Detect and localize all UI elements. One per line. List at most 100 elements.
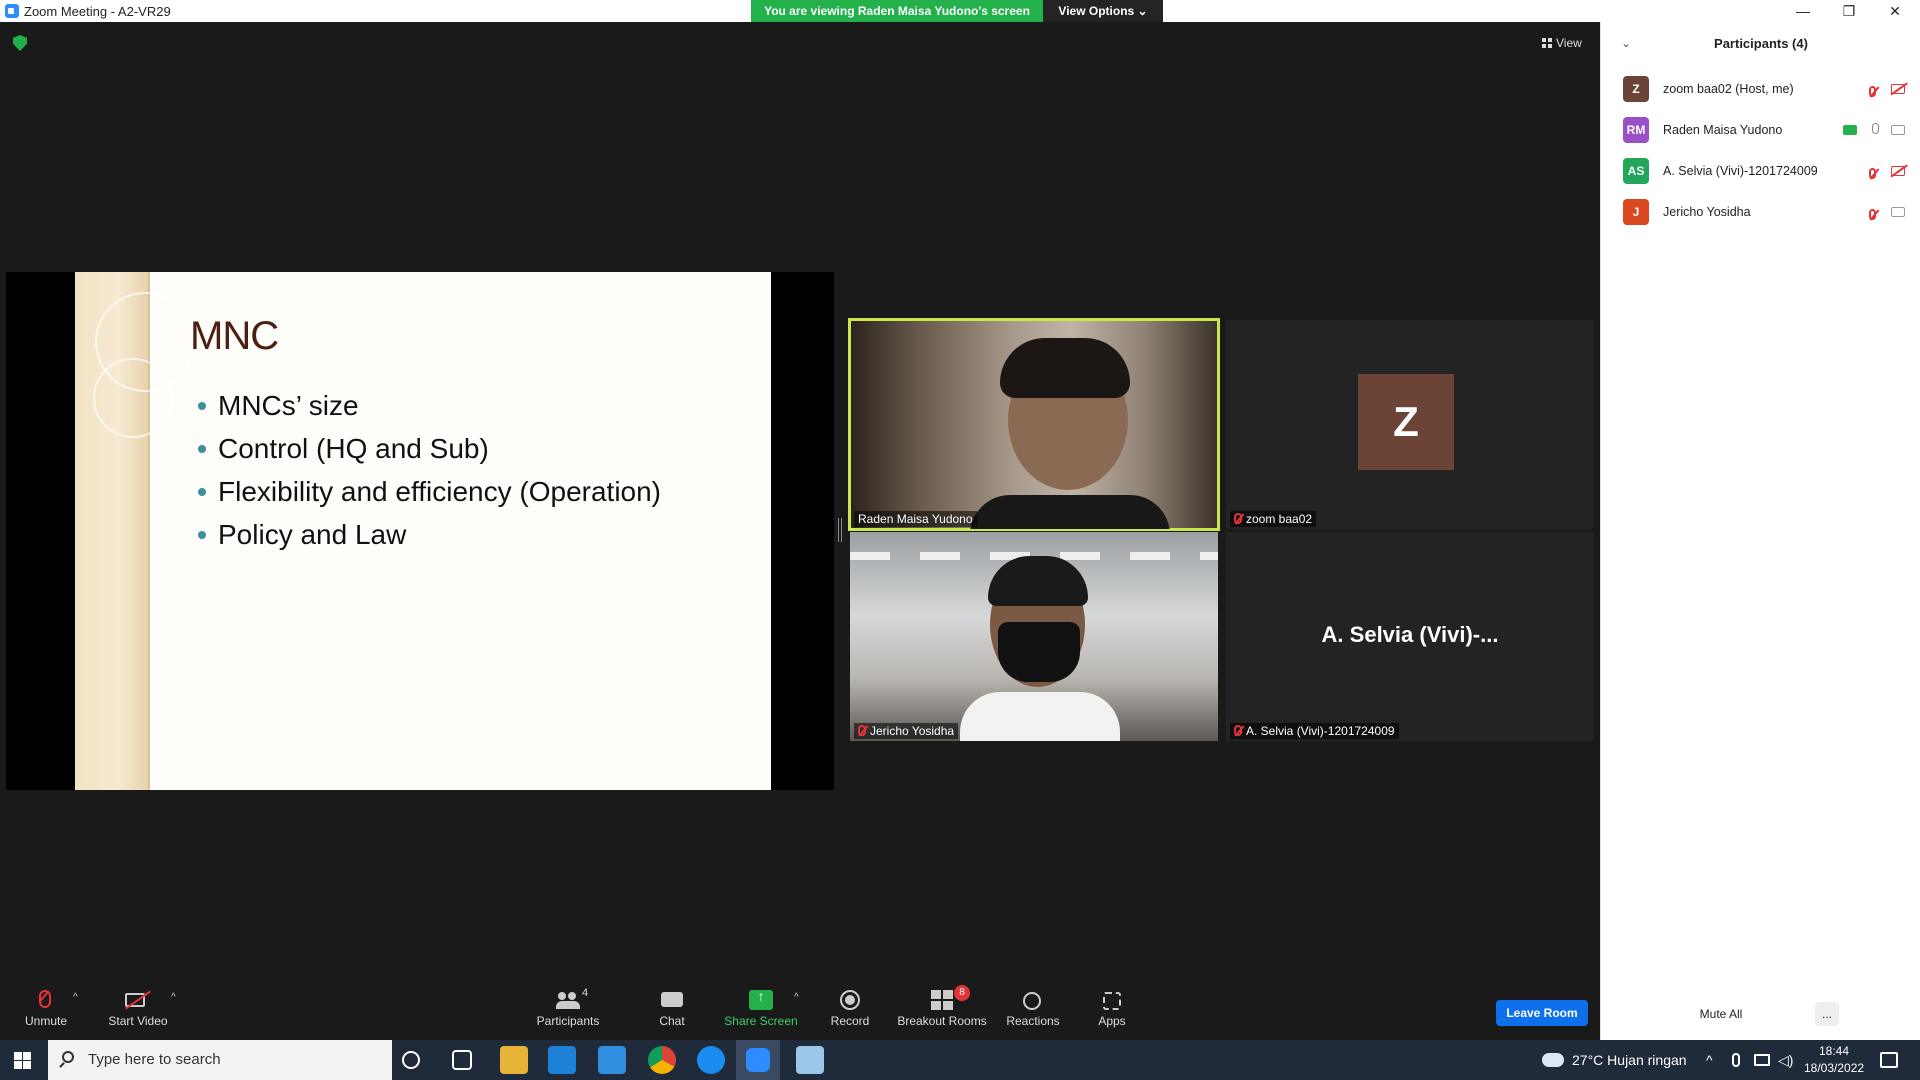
meeting-area: View MNC MNCs’ size Control (HQ and Sub)… (0, 22, 1600, 980)
clock-date: 18/03/2022 (1804, 1061, 1865, 1075)
chrome-icon[interactable] (648, 1046, 676, 1074)
share-screen-button[interactable]: Share Screen (722, 980, 800, 1040)
record-label: Record (830, 1014, 870, 1028)
notification-icon[interactable] (1880, 1052, 1898, 1068)
notes-app-icon[interactable] (796, 1046, 824, 1074)
participant-row[interactable]: J Jericho Yosidha (1623, 199, 1913, 227)
record-icon (840, 990, 860, 1010)
volume-icon[interactable]: ◁) (1778, 1052, 1793, 1069)
clock-time: 18:44 (1818, 1044, 1850, 1058)
chevron-up-icon[interactable]: ^ (1706, 1052, 1713, 1068)
chat-button[interactable]: Chat (648, 980, 696, 1040)
search-icon (62, 1051, 74, 1063)
record-button[interactable]: Record (826, 980, 874, 1040)
mic-muted-icon[interactable] (1869, 165, 1880, 183)
tile-name-label: A. Selvia (Vivi)-1201724009 (1230, 723, 1399, 739)
weather-icon[interactable] (1542, 1053, 1564, 1067)
participant-row[interactable]: RM Raden Maisa Yudono (1623, 117, 1913, 145)
window-title: Zoom Meeting - A2-VR29 (24, 4, 171, 19)
slide-decoration-strip (75, 272, 195, 790)
mic-muted-icon[interactable] (1869, 206, 1880, 224)
network-icon[interactable] (1754, 1054, 1770, 1066)
participants-button[interactable]: 4 Participants (534, 980, 602, 1040)
participant-name: Jericho Yosidha (1663, 205, 1751, 219)
zoom-app-icon (5, 4, 19, 18)
participant-name: zoom baa02 (Host, me) (1663, 82, 1794, 96)
participant-row[interactable]: AS A. Selvia (Vivi)-1201724009 (1623, 158, 1913, 186)
participant-video-hair (988, 556, 1088, 606)
share-screen-icon (749, 988, 773, 1010)
encryption-shield-icon[interactable] (13, 35, 27, 51)
taskbar-search-box[interactable]: Type here to search (48, 1040, 392, 1080)
mic-muted-icon (39, 990, 53, 1010)
participant-row[interactable]: Z zoom baa02 (Host, me) (1623, 76, 1913, 104)
unmute-button[interactable]: Unmute (18, 980, 74, 1040)
share-options-caret[interactable]: ^ (794, 992, 799, 1003)
video-tile-jericho[interactable]: Jericho Yosidha (850, 532, 1218, 741)
windows-start-icon[interactable] (14, 1052, 31, 1069)
store-icon[interactable] (548, 1046, 576, 1074)
mic-muted-icon (858, 725, 866, 736)
weather-text[interactable]: 27°C Hujan ringan (1572, 1052, 1687, 1068)
zoom-taskbar-icon[interactable] (736, 1040, 780, 1080)
mute-all-button[interactable]: Mute All (1681, 1002, 1761, 1026)
apps-label: Apps (1098, 1014, 1126, 1028)
video-tile-raden[interactable]: Raden Maisa Yudono (848, 318, 1220, 531)
avatar: RM (1623, 117, 1649, 143)
mic-muted-icon (1234, 725, 1242, 736)
reactions-icon (1023, 990, 1043, 1010)
mic-on-icon[interactable] (1872, 123, 1879, 134)
task-view-icon[interactable] (452, 1050, 472, 1070)
video-off-icon (125, 990, 151, 1010)
file-explorer-icon[interactable] (500, 1046, 528, 1074)
minimize-button[interactable]: — (1780, 0, 1826, 22)
video-on-icon[interactable] (1891, 207, 1905, 217)
leave-room-button[interactable]: Leave Room (1496, 1000, 1588, 1026)
viewing-screen-banner: You are viewing Raden Maisa Yudono's scr… (751, 0, 1043, 22)
microphone-tray-icon[interactable] (1732, 1053, 1740, 1067)
teamviewer-icon[interactable] (697, 1046, 725, 1074)
view-options-button[interactable]: View Options ⌄ (1043, 0, 1163, 22)
view-layout-button[interactable]: View (1536, 32, 1588, 54)
participants-label: Participants (536, 1014, 600, 1028)
participants-icon (556, 990, 580, 1010)
shared-screen[interactable]: MNC MNCs’ size Control (HQ and Sub) Flex… (6, 272, 834, 790)
participant-name: A. Selvia (Vivi)-1201724009 (1663, 164, 1818, 178)
reactions-button[interactable]: Reactions (1004, 980, 1062, 1040)
share-screen-label: Share Screen (724, 1014, 798, 1028)
video-off-icon[interactable] (1891, 166, 1905, 176)
mail-icon[interactable] (598, 1046, 626, 1074)
apps-button[interactable]: Apps (1090, 980, 1134, 1040)
splitter-handle[interactable] (838, 518, 842, 542)
participant-video-shirt (970, 495, 1170, 529)
meeting-toolbar: Unmute ^ Start Video ^ 4 Participants Ch… (0, 980, 1600, 1040)
grid-icon (1542, 38, 1552, 48)
slide-bullet: Control (HQ and Sub) (198, 427, 661, 470)
breakout-rooms-label: Breakout Rooms (897, 1014, 987, 1028)
view-label: View (1556, 36, 1582, 50)
presentation-slide: MNC MNCs’ size Control (HQ and Sub) Flex… (75, 272, 771, 790)
start-video-button[interactable]: Start Video (104, 980, 172, 1040)
restore-button[interactable]: ❐ (1826, 0, 1872, 22)
close-button[interactable]: ✕ (1872, 0, 1918, 22)
participants-panel-title: Participants (4) (1714, 36, 1808, 51)
window-title-bar: Zoom Meeting - A2-VR29 You are viewing R… (0, 0, 1920, 22)
mic-muted-icon[interactable] (1869, 83, 1880, 101)
video-on-icon[interactable] (1891, 125, 1905, 135)
slide-bullet: Policy and Law (198, 513, 661, 556)
avatar: Z (1623, 76, 1649, 102)
breakout-rooms-badge: 8 (954, 985, 970, 1001)
apps-icon (1103, 990, 1121, 1010)
breakout-rooms-button[interactable]: 8 Breakout Rooms (896, 980, 988, 1040)
taskbar-clock[interactable]: 18:44 18/03/2022 (1804, 1043, 1864, 1077)
more-options-button[interactable]: ... (1815, 1002, 1839, 1026)
video-off-icon[interactable] (1891, 84, 1905, 94)
video-tile-selvia[interactable]: A. Selvia (Vivi)-... A. Selvia (Vivi)-12… (1226, 532, 1594, 741)
audio-options-caret[interactable]: ^ (73, 992, 78, 1003)
cortana-icon[interactable] (402, 1051, 420, 1069)
video-tile-zoom-baa02[interactable]: Z zoom baa02 (1226, 320, 1594, 529)
tile-name-label: Jericho Yosidha (854, 723, 959, 739)
video-options-caret[interactable]: ^ (171, 992, 176, 1003)
face-mask (998, 622, 1080, 682)
slide-bullet: Flexibility and efficiency (Operation) (198, 470, 661, 513)
